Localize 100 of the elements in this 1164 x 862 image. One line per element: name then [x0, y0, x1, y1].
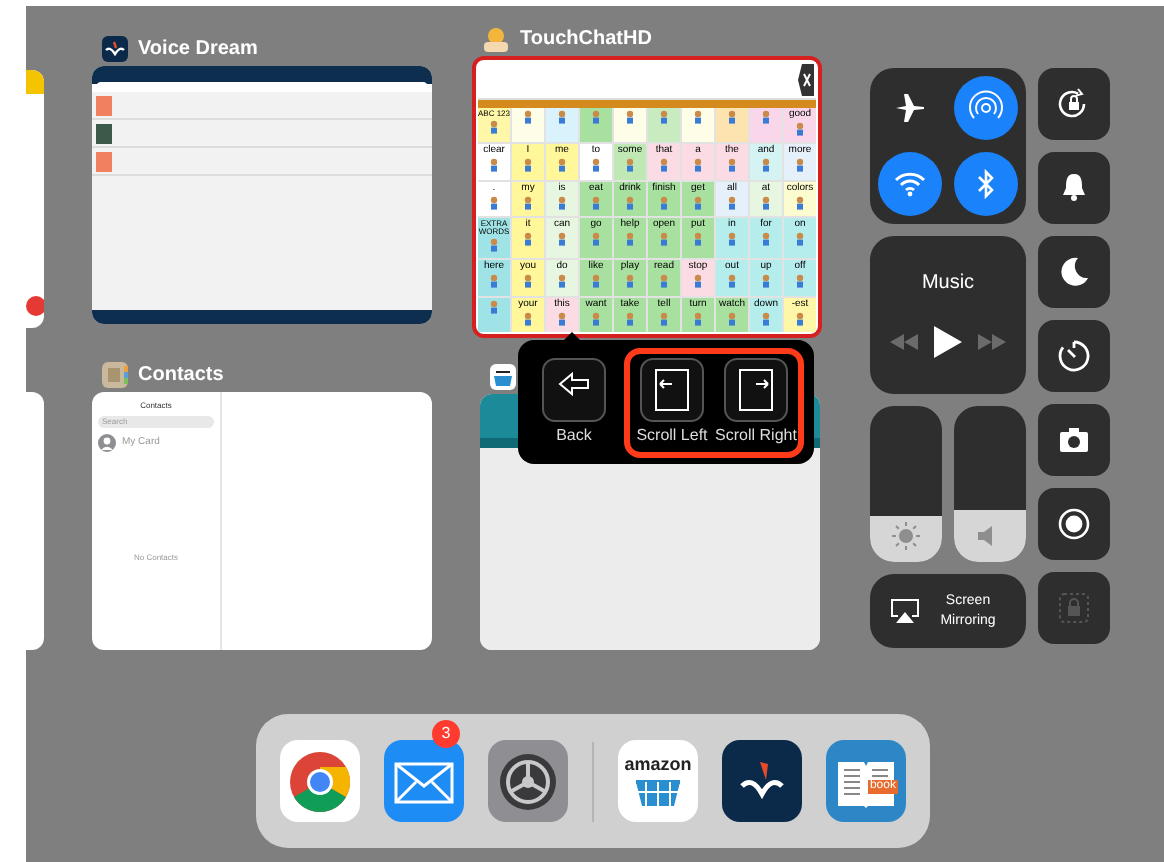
menu-item[interactable]: Back [534, 357, 614, 447]
symbol-icon [520, 195, 536, 210]
symbol-icon [588, 110, 604, 124]
timer-icon [1056, 338, 1092, 374]
symbol-icon [588, 195, 604, 210]
symbol-icon [622, 311, 638, 326]
symbol-icon [486, 299, 502, 314]
volume-slider[interactable] [954, 406, 1026, 562]
lock-icon [1056, 590, 1092, 626]
symbol-icon [690, 110, 706, 124]
bell-button[interactable] [1038, 152, 1110, 224]
camera-button[interactable] [1038, 404, 1110, 476]
symbol-button[interactable] [512, 108, 544, 143]
symbol-button[interactable] [682, 108, 714, 143]
settings-app-icon[interactable] [488, 740, 568, 822]
reader-app-icon[interactable] [721, 740, 802, 822]
camera-icon [1056, 422, 1092, 458]
bluetooth-toggle[interactable] [953, 151, 1018, 216]
back-icon [542, 357, 606, 421]
music-title: Music [921, 270, 975, 298]
close-icon[interactable] [798, 64, 814, 96]
symbol-icon [724, 311, 740, 326]
symbol-icon [554, 311, 570, 326]
app-icon [102, 35, 128, 61]
symbol-icon [792, 195, 808, 210]
symbol-icon [554, 231, 570, 246]
symbol-icon [690, 158, 706, 173]
symbol-icon [656, 158, 672, 173]
symbol-button[interactable] [716, 108, 748, 143]
symbol-icon [588, 158, 604, 173]
app-title: Contacts [138, 361, 224, 389]
symbol-icon [758, 110, 774, 124]
symbol-button[interactable] [648, 108, 680, 143]
symbol-icon [656, 311, 672, 326]
rewind-icon[interactable] [890, 334, 918, 350]
store-app-icon[interactable]: amazon [617, 740, 698, 822]
moon-icon [1056, 254, 1092, 290]
symbol-icon [724, 231, 740, 246]
symbol-icon [792, 231, 808, 246]
rotation-lock-button[interactable] [1038, 68, 1110, 140]
app-card[interactable] [92, 66, 432, 324]
scroll-right-icon [724, 357, 788, 421]
record-icon [1056, 506, 1092, 542]
mail-app-icon[interactable] [384, 740, 464, 822]
symbol-icon [622, 274, 638, 289]
menu-item[interactable]: Scroll Right [716, 357, 796, 447]
symbol-icon [758, 158, 774, 173]
symbol-icon [724, 195, 740, 210]
symbol-icon [656, 231, 672, 246]
symbol-icon [724, 274, 740, 289]
symbol-button[interactable] [546, 108, 578, 143]
symbol-icon [690, 231, 706, 246]
symbol-icon [520, 231, 536, 246]
symbol-icon [520, 158, 536, 173]
airplay-icon [890, 598, 920, 624]
moon-button[interactable] [1038, 236, 1110, 308]
play-icon[interactable] [934, 326, 962, 358]
symbol-button[interactable] [580, 108, 612, 143]
notification-badge: 3 [432, 720, 460, 748]
symbol-button[interactable] [750, 108, 782, 143]
symbol-icon [792, 311, 808, 326]
symbol-icon [554, 110, 570, 124]
symbol-icon [486, 120, 502, 134]
symbol-icon [486, 274, 502, 289]
symbol-icon [486, 195, 502, 210]
timer-button[interactable] [1038, 320, 1110, 392]
fast-forward-icon[interactable] [978, 334, 1006, 350]
app-icon [482, 25, 510, 51]
symbol-button[interactable] [614, 108, 646, 143]
symbol-icon [656, 110, 672, 124]
symbol-icon [690, 311, 706, 326]
symbol-icon [554, 274, 570, 289]
symbol-icon [554, 195, 570, 210]
symbol-icon [792, 122, 808, 136]
symbol-icon [520, 274, 536, 289]
brightness-slider[interactable] [870, 406, 942, 562]
app-icon [102, 361, 128, 387]
symbol-icon [622, 110, 638, 124]
symbol-icon [486, 237, 502, 252]
symbol-icon [588, 231, 604, 246]
airdrop-toggle[interactable] [953, 76, 1018, 141]
chrome-app-icon[interactable] [280, 740, 360, 822]
symbol-icon [588, 311, 604, 326]
app-title: Voice Dream [138, 35, 258, 63]
list-row[interactable] [92, 120, 432, 148]
scroll-left-icon [640, 357, 704, 421]
symbol-button[interactable] [478, 297, 510, 332]
symbol-icon [690, 195, 706, 210]
symbol-icon [758, 195, 774, 210]
symbol-icon [656, 195, 672, 210]
wifi-toggle[interactable] [878, 151, 943, 216]
symbol-icon [520, 311, 536, 326]
symbol-icon [792, 158, 808, 173]
menu-item[interactable]: Scroll Left [632, 357, 712, 447]
symbol-icon [588, 274, 604, 289]
app-title: TouchChatHD [520, 25, 652, 53]
floating-action-button[interactable] [26, 296, 44, 316]
symbol-icon [486, 158, 502, 173]
logo-text: amazon [624, 755, 692, 773]
record-button[interactable] [1038, 488, 1110, 560]
